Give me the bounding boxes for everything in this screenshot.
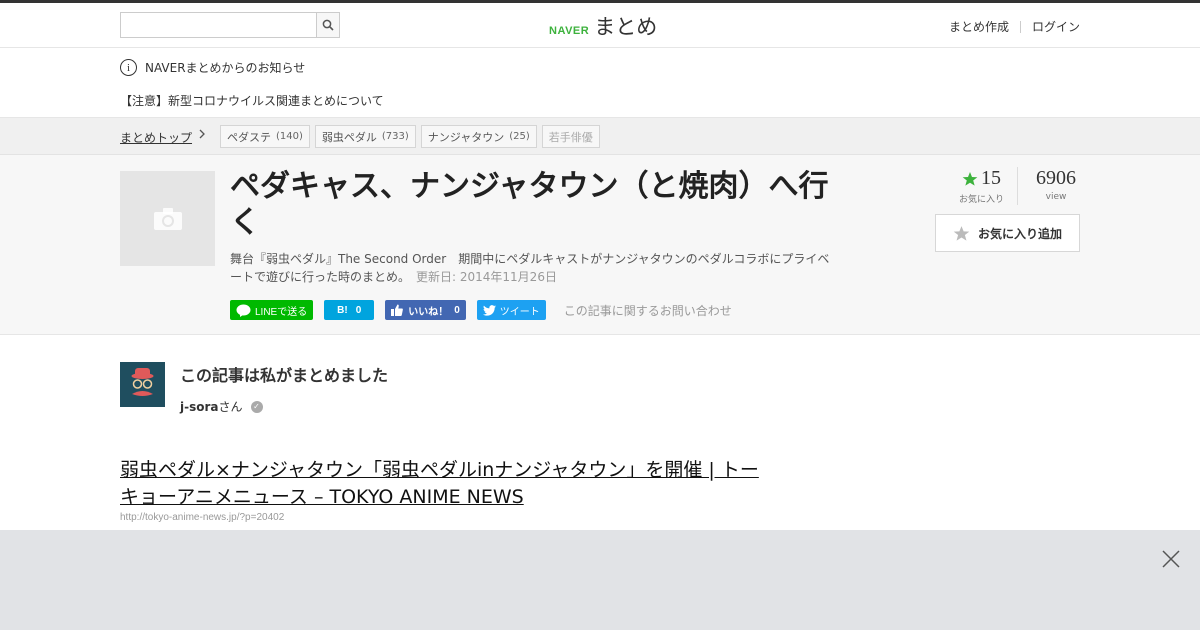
facebook-like-count: 0 (454, 304, 460, 316)
hatena-bookmark-button[interactable]: B! 0 (324, 300, 375, 320)
facebook-like-button[interactable]: いいね！ 0 (385, 300, 466, 320)
view-stat: 6906 view (1018, 167, 1094, 205)
notice-heading: i NAVERまとめからのお知らせ (120, 59, 305, 76)
view-count: 6906 (1036, 167, 1076, 189)
favorite-count-row: 15 (946, 167, 1017, 190)
view-label: view (1045, 192, 1067, 202)
star-icon (953, 225, 970, 241)
login-link[interactable]: ログイン (1032, 18, 1080, 35)
tag-count: (140) (276, 131, 303, 142)
link-card-title[interactable]: 弱虫ペダル×ナンジャタウン「弱虫ペダルinナンジャタウン」を開催 | トーキョー… (120, 457, 760, 511)
line-share-button[interactable]: LINEで送る (230, 300, 314, 320)
favorite-label: お気に入り (958, 195, 1004, 205)
article-stats: 15 お気に入り 6906 view (946, 167, 1094, 205)
facebook-like-icon (391, 304, 404, 316)
twitter-icon (482, 304, 496, 316)
star-icon (962, 171, 978, 186)
search-icon (322, 19, 334, 31)
link-card-url[interactable]: http://tokyo-anime-news.jp/?p=20402 (120, 512, 284, 523)
tag-label: ナンジャタウン (427, 130, 505, 144)
article-title: ペダキャス、ナンジャタウン（と焼肉）へ行く (230, 169, 829, 240)
ad-overlay (0, 530, 1200, 630)
author-name[interactable]: j-sora (180, 400, 219, 414)
favorite-stat: 15 お気に入り (946, 167, 1018, 205)
tag-label: 若手俳優 (548, 130, 593, 144)
camera-icon (153, 207, 182, 230)
avatar[interactable] (120, 362, 165, 407)
notice-title: NAVERまとめからのお知らせ (145, 61, 306, 75)
notice-link[interactable]: 【注意】新型コロナウイルス関連まとめについて (120, 92, 384, 109)
share-buttons: LINEで送る B! 0 いいね！ 0 ツイート この記事に関するお問い合わせ (230, 300, 732, 320)
tweet-label: ツイート (499, 306, 540, 318)
tag-young-actor[interactable]: 若手俳優 (541, 125, 600, 148)
tag-label: ペダステ (227, 130, 271, 144)
breadcrumb: まとめトップ ペダステ (140) 弱虫ペダル (733) ナンジャタウン (2… (0, 118, 1200, 155)
article-description: 舞台『弱虫ペダル』The Second Order 期間中にペダルキャストがナン… (230, 250, 840, 286)
author-info: この記事は私がまとめました j-sora さん ✓ (180, 362, 388, 415)
updated-date: 更新日: 2014年11月26日 (416, 270, 557, 284)
add-favorite-button[interactable]: お気に入り追加 (935, 214, 1080, 252)
search-button[interactable] (316, 12, 340, 38)
chevron-right-icon (198, 128, 206, 143)
hatena-icon: B! (337, 304, 348, 316)
create-matome-link[interactable]: まとめ作成 (949, 18, 1009, 35)
tag-count: (25) (509, 131, 530, 142)
logo-brand: NAVER (549, 25, 590, 37)
tweet-button[interactable]: ツイート (476, 300, 546, 320)
logo[interactable]: NAVER まとめ (549, 11, 657, 41)
author-name-row: j-sora さん ✓ (180, 398, 388, 415)
tag-namja-town[interactable]: ナンジャタウン (25) (420, 125, 537, 148)
search-box (120, 12, 340, 38)
tag-count: (733) (381, 131, 409, 142)
author-suffix: さん (218, 400, 243, 414)
breadcrumb-top-link[interactable]: まとめトップ (120, 129, 192, 146)
article-thumbnail (120, 171, 215, 266)
hatena-count: 0 (355, 304, 362, 316)
notice-section: i NAVERまとめからのお知らせ 【注意】新型コロナウイルス関連まとめについて (0, 48, 1200, 118)
logo-text: まとめ (594, 15, 658, 39)
add-favorite-label: お気に入り追加 (977, 226, 1062, 241)
tag-label: 弱虫ペダル (321, 130, 377, 144)
line-share-label: LINEで送る (255, 306, 308, 318)
header-nav: まとめ作成 ログイン (949, 18, 1080, 35)
contact-link[interactable]: この記事に関するお問い合わせ (564, 302, 732, 319)
author-section: この記事は私がまとめました j-sora さん ✓ (120, 362, 388, 415)
author-heading: この記事は私がまとめました (180, 366, 389, 385)
search-input[interactable] (120, 12, 316, 38)
favorite-count: 15 (981, 167, 1001, 189)
avatar-image (120, 362, 165, 407)
tag-list: ペダステ (140) 弱虫ペダル (733) ナンジャタウン (25) 若手俳優 (220, 125, 600, 148)
close-icon[interactable] (1160, 548, 1182, 570)
tag-pedasute[interactable]: ペダステ (140) (220, 125, 310, 148)
nav-divider (1019, 20, 1021, 33)
site-header: NAVER まとめ まとめ作成 ログイン (0, 3, 1200, 48)
info-icon: i (120, 59, 137, 76)
facebook-like-label: いいね！ (408, 306, 449, 318)
tag-yowamushi-pedal[interactable]: 弱虫ペダル (733) (314, 125, 416, 148)
line-icon (236, 304, 251, 317)
article-header: ペダキャス、ナンジャタウン（と焼肉）へ行く 舞台『弱虫ペダル』The Secon… (0, 155, 1200, 335)
verified-icon: ✓ (250, 400, 263, 413)
